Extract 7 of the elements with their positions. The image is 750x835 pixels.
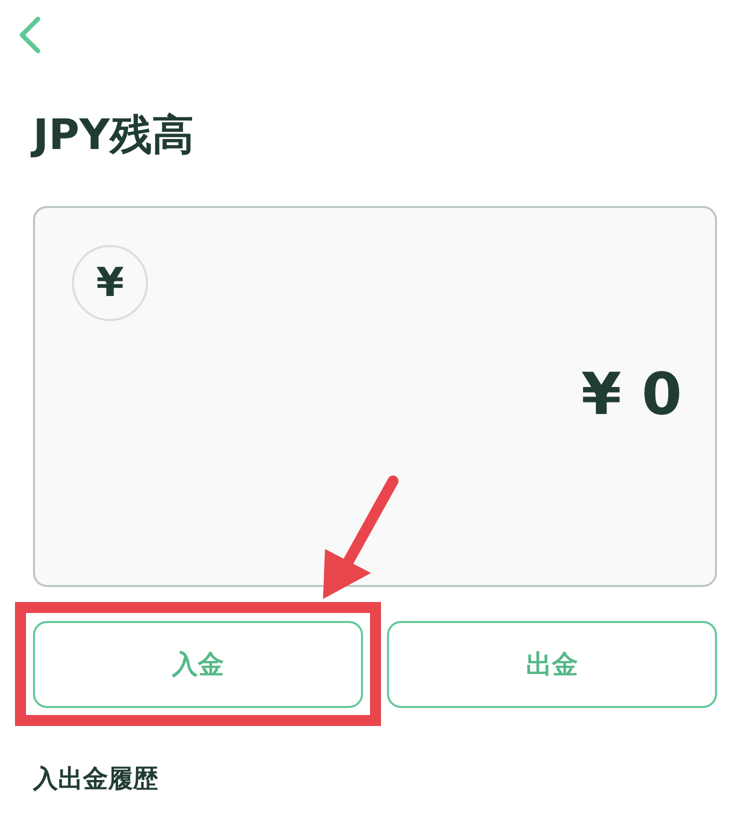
currency-icon: ¥ bbox=[72, 245, 148, 321]
action-button[interactable]: 入金 bbox=[33, 621, 363, 708]
page-title: JPY残高 bbox=[33, 108, 717, 162]
back-icon bbox=[18, 16, 42, 54]
action-button[interactable]: 出金 bbox=[387, 621, 717, 708]
balance-amount: ¥ 0 bbox=[581, 359, 682, 429]
section-title: 入出金履歴 bbox=[33, 763, 159, 795]
